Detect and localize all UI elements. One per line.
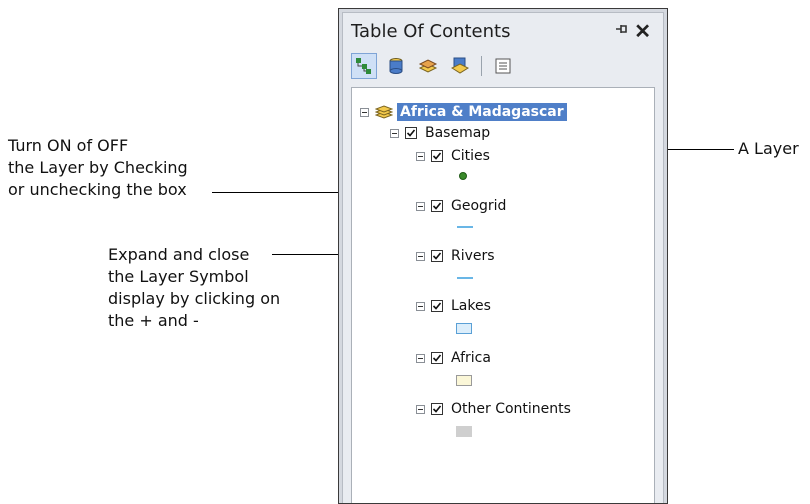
layer-row[interactable]: Geogrid: [416, 196, 506, 216]
group-label[interactable]: Basemap: [425, 125, 490, 141]
annotation-expand-line-2: the Layer Symbol: [108, 267, 249, 286]
annotation-toggle-line-3: or unchecking the box: [8, 180, 187, 199]
layer-visibility-checkbox[interactable]: [431, 352, 443, 364]
layer-row[interactable]: Africa: [416, 348, 491, 368]
list-by-selection-button[interactable]: [447, 53, 473, 79]
tree-root-row[interactable]: Africa & Madagascar: [360, 102, 567, 122]
collapse-group-toggle[interactable]: [390, 128, 399, 138]
layer-row[interactable]: Cities: [416, 146, 490, 166]
layer-label[interactable]: Geogrid: [451, 198, 506, 214]
collapse-root-toggle[interactable]: [360, 107, 369, 117]
tree-group-row[interactable]: Basemap: [390, 123, 490, 143]
line-symbol: [457, 226, 473, 228]
checkmark-icon: [432, 202, 442, 210]
annotation-layer: A Layer: [738, 139, 799, 158]
layer-label[interactable]: Africa: [451, 350, 491, 366]
layer-visibility-checkbox[interactable]: [431, 200, 443, 212]
layer-label[interactable]: Rivers: [451, 248, 495, 264]
layer-visibility-checkbox[interactable]: [431, 150, 443, 162]
pin-icon[interactable]: [615, 22, 629, 39]
checkmark-icon: [432, 354, 442, 362]
collapse-layer-toggle[interactable]: [416, 251, 425, 261]
annotation-toggle-line-1: Turn ON of OFF: [8, 136, 129, 155]
data-frame-icon: [375, 105, 393, 119]
table-of-contents-window: Table Of Contents ✕ Africa & Madagascar …: [338, 8, 668, 504]
annotation-toggle: Turn ON of OFF the Layer by Checking or …: [8, 135, 188, 201]
toolbar-separator: [481, 56, 482, 76]
layer-label[interactable]: Other Continents: [451, 401, 571, 417]
annotation-expand: Expand and close the Layer Symbol displa…: [108, 244, 280, 332]
list-by-selection-icon: [450, 57, 470, 74]
group-visibility-checkbox[interactable]: [405, 127, 417, 139]
layer-visibility-checkbox[interactable]: [431, 403, 443, 415]
collapse-layer-toggle[interactable]: [416, 301, 425, 311]
layer-visibility-checkbox[interactable]: [431, 250, 443, 262]
checkmark-icon: [432, 405, 442, 413]
list-by-source-icon: [389, 58, 403, 74]
collapse-layer-toggle[interactable]: [416, 151, 425, 161]
checkmark-icon: [432, 152, 442, 160]
toc-frame: Table Of Contents ✕ Africa & Madagascar …: [342, 12, 664, 503]
annotation-expand-line-1: Expand and close: [108, 245, 250, 264]
checkmark-icon: [406, 129, 416, 137]
toc-tree: Africa & Madagascar Basemap Cities Geogr…: [351, 87, 655, 503]
title-bar: Table Of Contents ✕: [343, 13, 663, 47]
window-title: Table Of Contents: [351, 21, 511, 42]
checkmark-icon: [432, 252, 442, 260]
data-frame-label[interactable]: Africa & Madagascar: [397, 103, 567, 121]
polygon-symbol: [456, 375, 472, 386]
layer-label[interactable]: Cities: [451, 148, 490, 164]
toc-toolbar: [351, 51, 516, 81]
collapse-layer-toggle[interactable]: [416, 404, 425, 414]
options-button[interactable]: [490, 53, 516, 79]
list-by-source-button[interactable]: [383, 53, 409, 79]
layer-row[interactable]: Rivers: [416, 246, 495, 266]
collapse-layer-toggle[interactable]: [416, 353, 425, 363]
collapse-layer-toggle[interactable]: [416, 201, 425, 211]
list-by-visibility-button[interactable]: [415, 53, 441, 79]
checkmark-icon: [432, 302, 442, 310]
annotation-toggle-line-2: the Layer by Checking: [8, 158, 188, 177]
layer-visibility-checkbox[interactable]: [431, 300, 443, 312]
list-by-drawing-order-icon: [356, 58, 371, 74]
line-symbol: [457, 277, 473, 279]
close-icon[interactable]: ✕: [634, 19, 651, 44]
point-symbol: [459, 172, 467, 180]
annotation-expand-line-3: display by clicking on: [108, 289, 281, 308]
annotation-expand-line-4: the + and -: [108, 311, 199, 330]
list-by-drawing-order-button[interactable]: [351, 53, 377, 79]
options-icon: [495, 58, 511, 74]
layer-row[interactable]: Other Continents: [416, 399, 571, 419]
layer-label[interactable]: Lakes: [451, 298, 491, 314]
layer-row[interactable]: Lakes: [416, 296, 491, 316]
polygon-symbol: [456, 323, 472, 334]
polygon-symbol: [456, 426, 472, 437]
list-by-visibility-icon: [418, 59, 438, 73]
